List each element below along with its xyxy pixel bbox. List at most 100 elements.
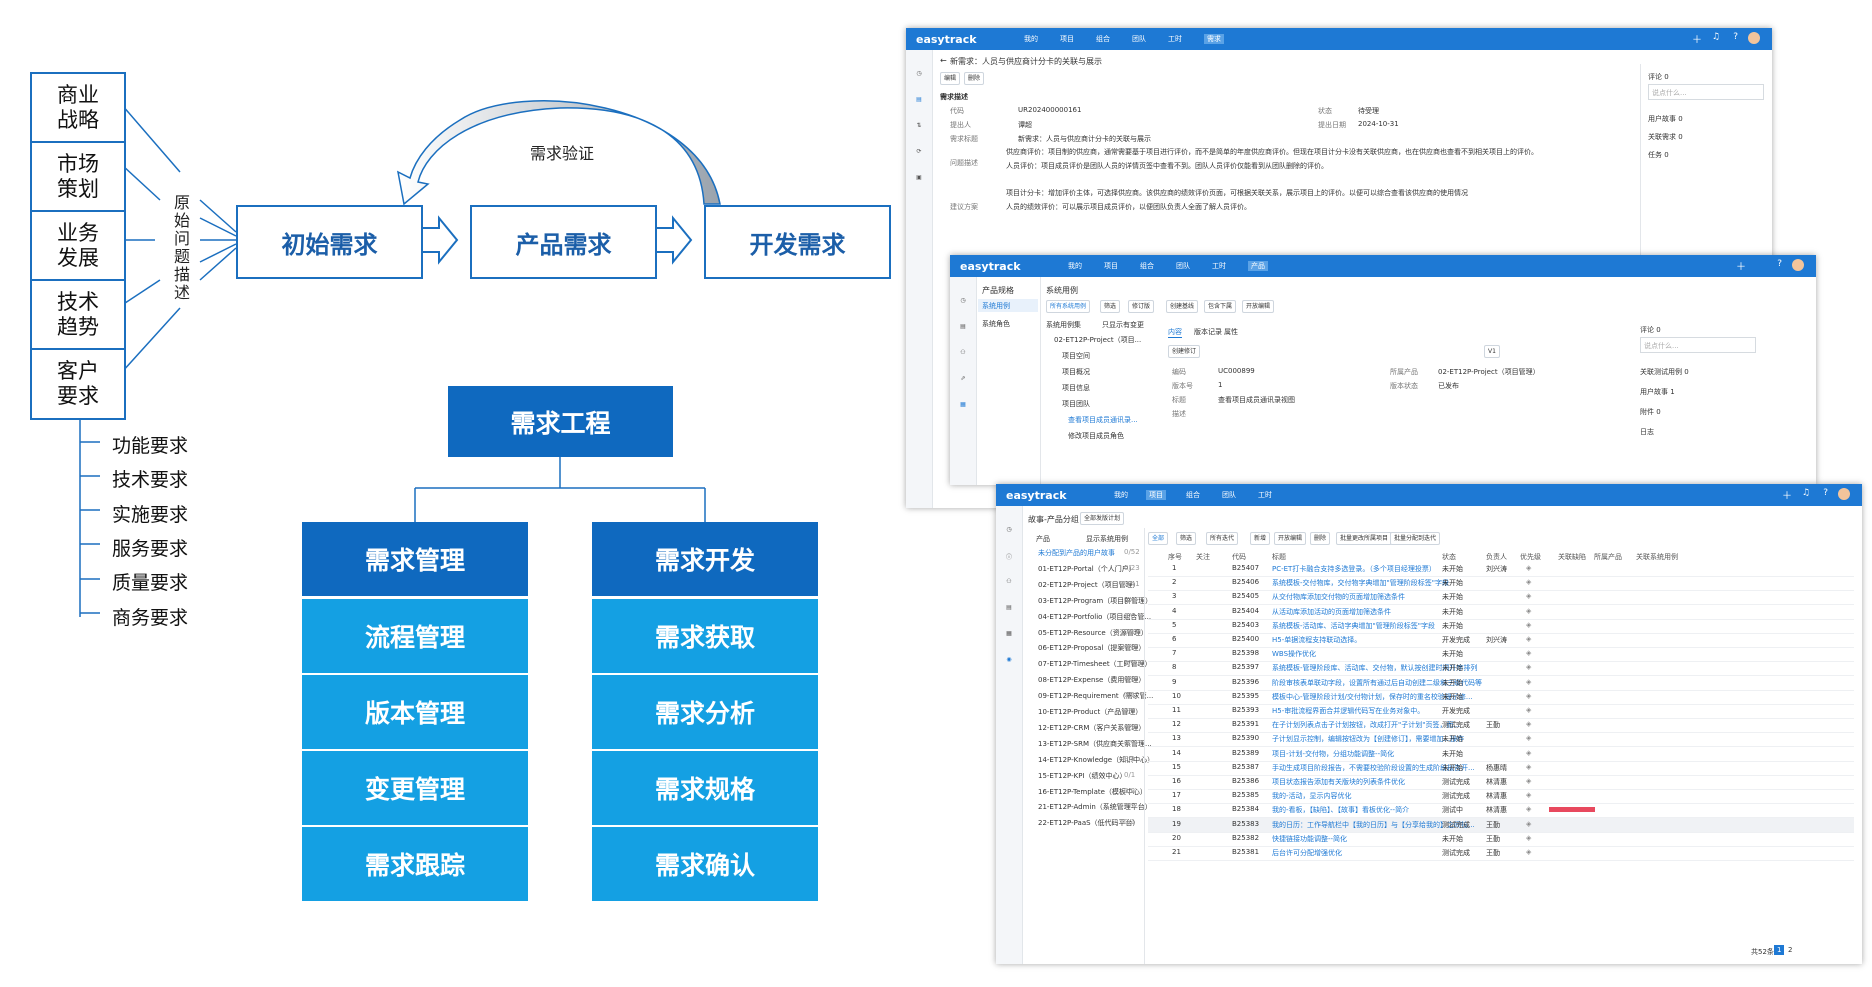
back-arrow-icon[interactable]: ←: [940, 56, 947, 65]
row-title[interactable]: 从活动库添加活动的页面增加筛选条件: [1272, 607, 1391, 617]
nav-item[interactable]: 团队: [1176, 261, 1190, 271]
toolbar-button[interactable]: 所有迭代: [1206, 532, 1239, 545]
filter-button[interactable]: 筛选: [1100, 300, 1121, 313]
nav-item-active[interactable]: 产品: [1248, 261, 1268, 271]
page-1[interactable]: 1: [1774, 945, 1785, 955]
metrics-icon[interactable]: ⇗: [954, 375, 972, 382]
panel-item[interactable]: 用户故事 0: [1648, 114, 1683, 124]
toolbar-button[interactable]: 删除: [1310, 532, 1331, 545]
row-title[interactable]: 项目状态报告添加有关版块的列表条件优化: [1272, 777, 1405, 787]
info-icon[interactable]: ⓘ: [1000, 552, 1018, 561]
nav-item[interactable]: 我的: [1068, 261, 1082, 271]
help-icon[interactable]: ?: [1777, 259, 1782, 269]
toolbar-button[interactable]: 全部: [1148, 532, 1169, 545]
bell-icon[interactable]: ♫: [1712, 32, 1720, 42]
team-icon[interactable]: ⚇: [1000, 578, 1018, 585]
tree-node[interactable]: 项目概况: [1062, 367, 1090, 377]
panel-item[interactable]: 附件 0: [1640, 407, 1661, 417]
flow-icon[interactable]: ⇅: [910, 122, 928, 129]
nav-item-active[interactable]: 项目: [1146, 490, 1166, 500]
product-group[interactable]: 未分配到产品的用户故事: [1038, 548, 1115, 558]
version-select[interactable]: V1: [1484, 345, 1500, 358]
tree-toggle[interactable]: 只显示有变更: [1102, 320, 1144, 330]
add-icon[interactable]: ＋: [1782, 487, 1792, 502]
row-title[interactable]: 我的-看板，【缺陷】、【故事】看板优化--简介: [1272, 805, 1409, 815]
create-revision-button[interactable]: 创建修订: [1168, 345, 1201, 358]
tab-history[interactable]: 版本记录: [1194, 327, 1222, 337]
row-title[interactable]: H5-审批流程界面合并逻辑代码写在业务对象中。: [1272, 706, 1424, 716]
comment-input[interactable]: 说点什么...: [1648, 84, 1764, 100]
panel-item[interactable]: 关联需求 0: [1648, 132, 1683, 142]
row-title[interactable]: H5-单据流程支持联动选择。: [1272, 635, 1361, 645]
panel-item[interactable]: 关联测试用例 0: [1640, 367, 1689, 377]
product-group[interactable]: 09-ET12P-Requirement（需求管...: [1038, 691, 1153, 701]
toolbar-button[interactable]: 批量分配到迭代: [1390, 532, 1441, 545]
page-2[interactable]: 2: [1788, 946, 1792, 954]
bell-icon[interactable]: ♫: [1802, 488, 1810, 498]
scope-select[interactable]: 全部发版计划: [1080, 512, 1125, 525]
comment-input[interactable]: 说点什么...: [1640, 337, 1756, 353]
product-group[interactable]: 14-ET12P-Knowledge（知识中心）: [1038, 755, 1154, 765]
nav-item[interactable]: 组合: [1186, 490, 1200, 500]
requirement-icon[interactable]: ▤: [910, 96, 928, 103]
panel-item[interactable]: 用户故事 1: [1640, 387, 1675, 397]
nav-item[interactable]: 组合: [1140, 261, 1154, 271]
row-title[interactable]: 从交付物库添加交付物的页面增加筛选条件: [1272, 592, 1405, 602]
nav-item[interactable]: 工时: [1168, 34, 1182, 44]
row-title[interactable]: 系统模板-交付物库，交付物字典增加"管理阶段标签"字段: [1272, 578, 1449, 588]
tree-node[interactable]: 项目空间: [1062, 351, 1090, 361]
nav-item[interactable]: 我的: [1024, 34, 1038, 44]
row-title[interactable]: 快捷链接功能调整--简化: [1272, 834, 1347, 844]
add-icon[interactable]: ＋: [1736, 258, 1746, 273]
left-toggle[interactable]: 显示系统用例: [1086, 534, 1128, 544]
menu-item[interactable]: 系统角色: [982, 319, 1010, 329]
tree-node[interactable]: 项目信息: [1062, 383, 1090, 393]
overview-icon[interactable]: ◷: [954, 297, 972, 304]
panel-item[interactable]: 日志: [1640, 427, 1654, 437]
nav-item[interactable]: 工时: [1258, 490, 1272, 500]
product-group[interactable]: 15-ET12P-KPI（绩效中心）: [1038, 771, 1127, 781]
filter-select[interactable]: 所有系统用例: [1046, 300, 1091, 313]
help-icon[interactable]: ?: [1823, 488, 1828, 498]
nav-item[interactable]: 我的: [1114, 490, 1128, 500]
avatar[interactable]: [1748, 32, 1760, 44]
board-icon[interactable]: ▤: [1000, 604, 1018, 611]
avatar[interactable]: [1792, 259, 1804, 271]
row-title[interactable]: PC-ET打卡融合支持多选登录。（多个项目经理投票）: [1272, 564, 1436, 574]
tree-node[interactable]: 02-ET12P-Project（项目...: [1054, 335, 1141, 345]
toolbar-button[interactable]: 开放编辑: [1274, 532, 1307, 545]
product-group[interactable]: 01-ET12P-Portal（个人门户）: [1038, 564, 1136, 574]
row-title[interactable]: 子计划显示控制，编辑按钮改为【创建修订】，需要增加...操作: [1272, 734, 1464, 744]
nav-item[interactable]: 组合: [1096, 34, 1110, 44]
menu-item-active[interactable]: 系统用例: [978, 299, 1038, 312]
row-title[interactable]: WBS操作优化: [1272, 649, 1316, 659]
tree-node[interactable]: 查看项目成员通讯录...: [1068, 415, 1138, 425]
delete-button[interactable]: 删除: [964, 72, 985, 85]
create-baseline-button[interactable]: 创建基线: [1166, 300, 1199, 313]
row-title[interactable]: 项目-计划-交付物，分组功能调整--简化: [1272, 749, 1394, 759]
row-title[interactable]: 系统模板-活动库、活动字典增加"管理阶段标签"字段: [1272, 621, 1435, 631]
include-children-toggle[interactable]: 包含下属: [1204, 300, 1237, 313]
avatar[interactable]: [1838, 488, 1850, 500]
help-icon[interactable]: ?: [1733, 32, 1738, 42]
tab-properties[interactable]: 属性: [1224, 327, 1238, 337]
row-title[interactable]: 后台许可分配增强优化: [1272, 848, 1342, 858]
overview-icon[interactable]: ◷: [1000, 526, 1018, 533]
plan-icon[interactable]: ▤: [954, 323, 972, 330]
plan-icon[interactable]: ▦: [1000, 630, 1018, 637]
tree-node[interactable]: 项目团队: [1062, 399, 1090, 409]
row-title[interactable]: 我的-活动，显示内容优化: [1272, 791, 1352, 801]
nav-item[interactable]: 项目: [1060, 34, 1074, 44]
toolbar-button[interactable]: 新增: [1250, 532, 1271, 545]
nav-item[interactable]: 工时: [1212, 261, 1226, 271]
row-title[interactable]: 在子计划列表点击子计划按钮，改成打开"子计划"页签，而...: [1272, 720, 1460, 730]
review-icon[interactable]: ⟳: [910, 148, 928, 155]
spec-icon[interactable]: ▦: [954, 401, 972, 408]
edit-button[interactable]: 编辑: [940, 72, 961, 85]
panel-item[interactable]: 任务 0: [1648, 150, 1669, 160]
change-icon[interactable]: ▣: [910, 174, 928, 181]
tree-node[interactable]: 修改项目成员角色: [1068, 431, 1124, 441]
tab-content[interactable]: 内容: [1168, 327, 1182, 338]
toolbar-button[interactable]: 筛选: [1176, 532, 1197, 545]
revision-select[interactable]: 修订版: [1128, 300, 1155, 313]
